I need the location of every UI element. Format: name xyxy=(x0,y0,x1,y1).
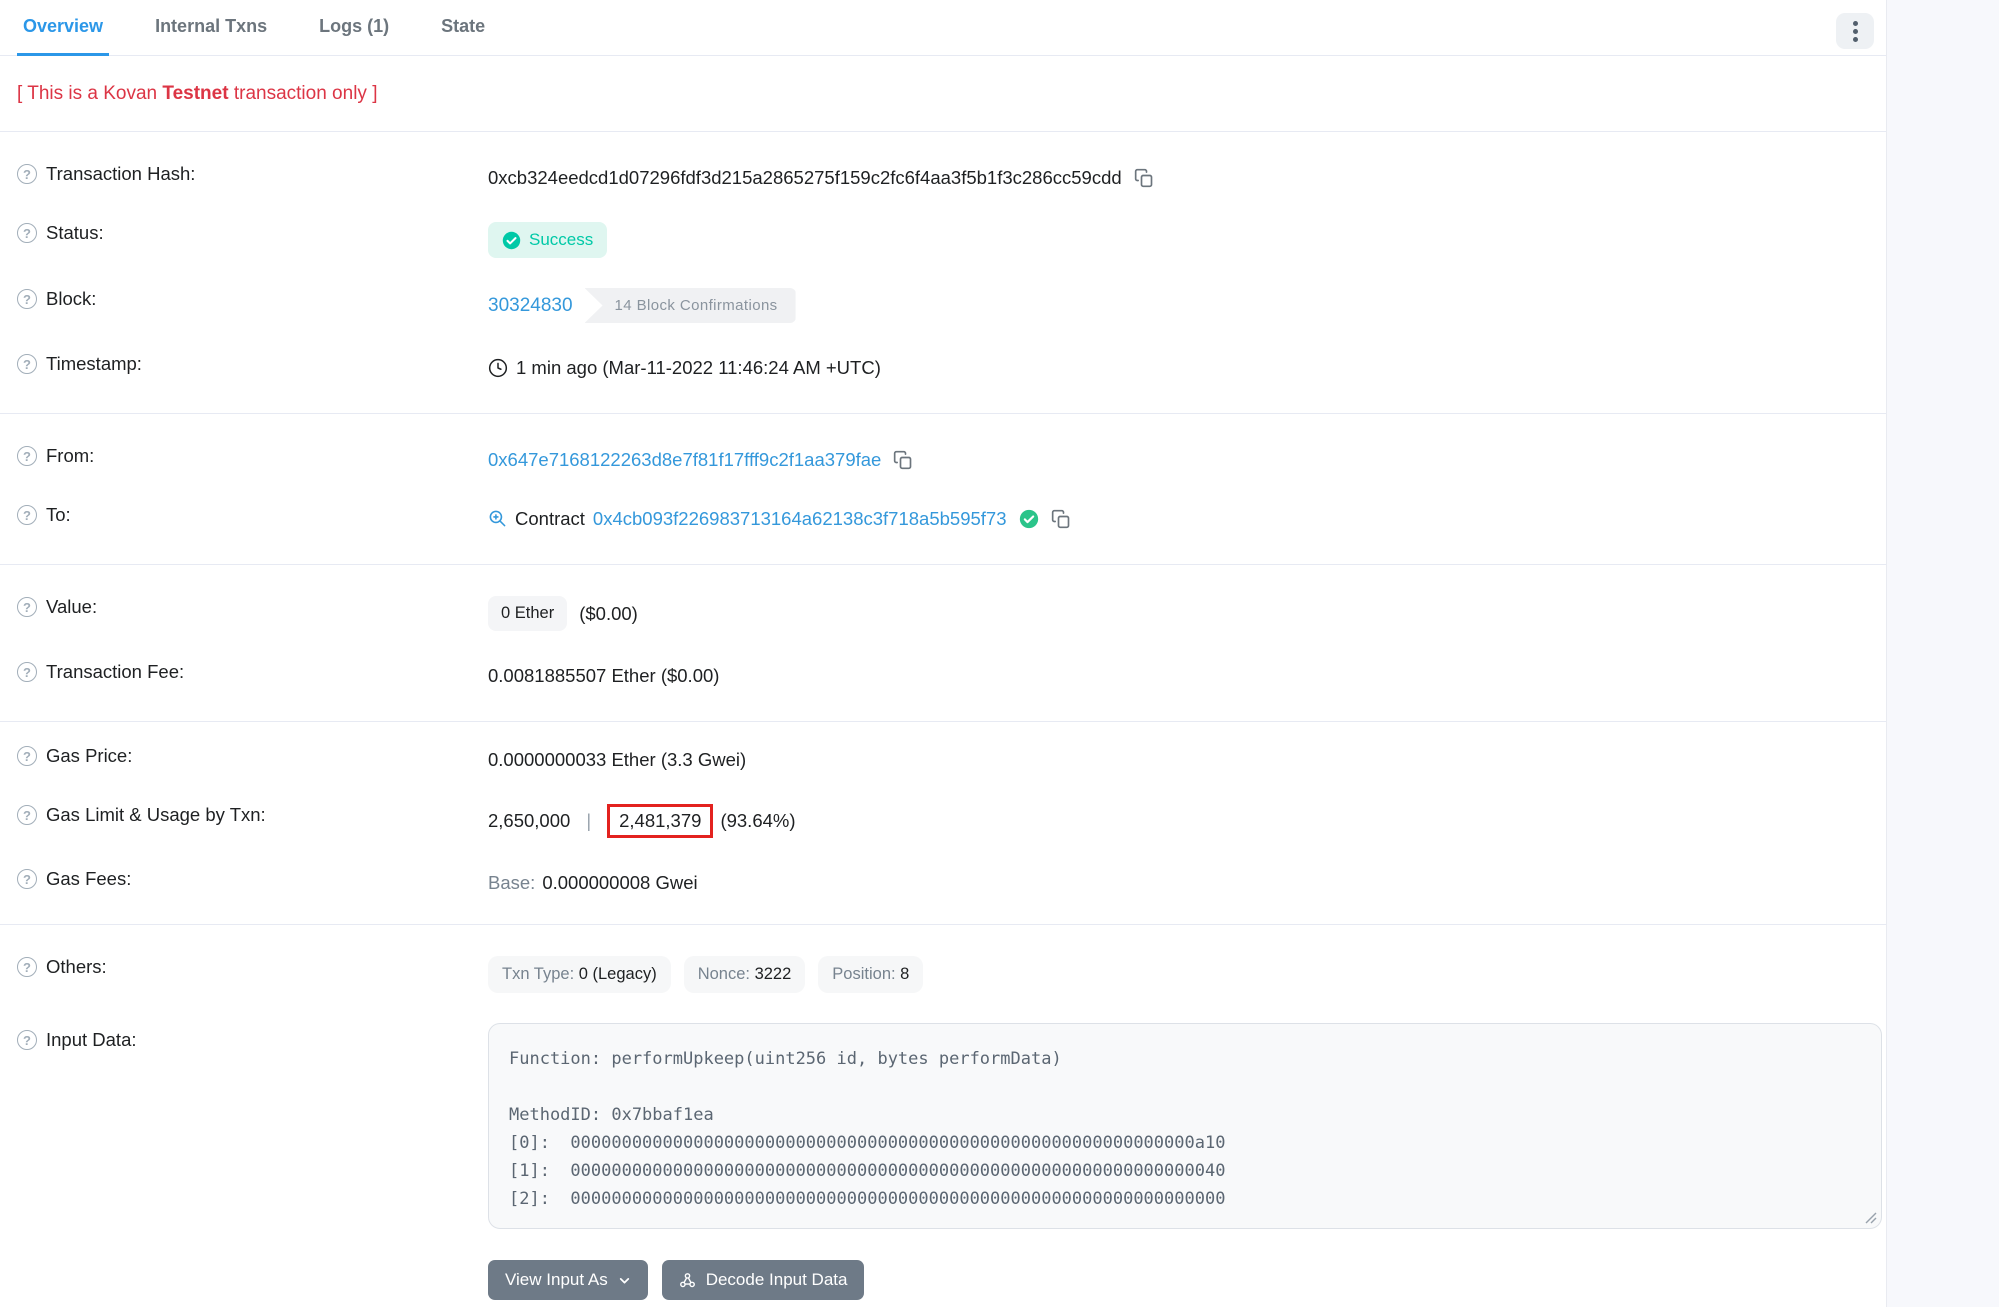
gas-limit-value: 2,650,000 xyxy=(488,810,570,832)
row-status: ? Status: Success xyxy=(0,207,1886,273)
block-label: Block: xyxy=(46,288,96,310)
help-icon[interactable]: ? xyxy=(17,505,37,525)
row-from: ? From: 0x647e7168122263d8e7f81f17fff9c2… xyxy=(0,430,1886,489)
separator: | xyxy=(586,810,591,832)
section-gas: ? Gas Price: 0.0000000033 Ether (3.3 Gwe… xyxy=(0,722,1886,924)
position-badge: Position: 8 xyxy=(818,956,923,993)
view-input-as-button[interactable]: View Input As xyxy=(488,1260,648,1300)
help-icon[interactable]: ? xyxy=(17,869,37,889)
help-icon[interactable]: ? xyxy=(17,446,37,466)
clock-icon xyxy=(488,358,508,378)
help-icon[interactable]: ? xyxy=(17,354,37,374)
transaction-fee-label: Transaction Fee: xyxy=(46,661,184,683)
input-data-textarea[interactable]: Function: performUpkeep(uint256 id, byte… xyxy=(488,1023,1882,1229)
transaction-detail-card: Overview Internal Txns Logs (1) State [ … xyxy=(0,0,1887,1307)
copy-to-address-button[interactable] xyxy=(1051,509,1071,529)
more-options-button[interactable] xyxy=(1836,13,1874,49)
section-addresses: ? From: 0x647e7168122263d8e7f81f17fff9c2… xyxy=(0,414,1886,564)
help-icon[interactable]: ? xyxy=(17,223,37,243)
row-gas-price: ? Gas Price: 0.0000000033 Ether (3.3 Gwe… xyxy=(0,730,1886,789)
row-value: ? Value: 0 Ether ($0.00) xyxy=(0,581,1886,646)
help-icon[interactable]: ? xyxy=(17,746,37,766)
copy-icon xyxy=(893,450,913,470)
section-overview-top: ? Transaction Hash: 0xcb324eedcd1d07296f… xyxy=(0,132,1886,413)
others-label: Others: xyxy=(46,956,107,978)
help-icon[interactable]: ? xyxy=(17,164,37,184)
gas-fees-label: Gas Fees: xyxy=(46,868,131,890)
row-to: ? To: Contract 0x4cb093f226983713164a621… xyxy=(0,489,1886,548)
status-badge: Success xyxy=(488,222,607,258)
help-icon[interactable]: ? xyxy=(17,957,37,977)
tab-overview[interactable]: Overview xyxy=(17,0,109,56)
copy-icon xyxy=(1051,509,1071,529)
ether-value-badge: 0 Ether xyxy=(488,596,567,631)
copy-icon xyxy=(1134,168,1154,188)
input-data-content: Function: performUpkeep(uint256 id, byte… xyxy=(509,1045,1861,1213)
verified-contract-icon xyxy=(1019,509,1039,529)
section-value-fee: ? Value: 0 Ether ($0.00) ? Transaction F… xyxy=(0,565,1886,721)
row-transaction-hash: ? Transaction Hash: 0xcb324eedcd1d07296f… xyxy=(0,148,1886,207)
copy-from-address-button[interactable] xyxy=(893,450,913,470)
contract-quickview-icon[interactable] xyxy=(488,509,507,528)
help-icon[interactable]: ? xyxy=(17,662,37,682)
timestamp-value: 1 min ago (Mar-11-2022 11:46:24 AM +UTC) xyxy=(516,357,881,379)
row-transaction-fee: ? Transaction Fee: 0.0081885507 Ether ($… xyxy=(0,646,1886,705)
input-data-label: Input Data: xyxy=(46,1029,137,1051)
resize-handle[interactable] xyxy=(1863,1210,1877,1224)
gas-price-value: 0.0000000033 Ether (3.3 Gwei) xyxy=(488,749,746,771)
gas-fees-base-value: 0.000000008 Gwei xyxy=(542,872,697,894)
gas-price-label: Gas Price: xyxy=(46,745,132,767)
transaction-hash-label: Transaction Hash: xyxy=(46,163,195,185)
row-others: ? Others: Txn Type: 0 (Legacy) Nonce: 32… xyxy=(0,941,1886,1008)
tab-internal-txns[interactable]: Internal Txns xyxy=(149,0,273,56)
help-icon[interactable]: ? xyxy=(17,1030,37,1050)
to-address-link[interactable]: 0x4cb093f226983713164a62138c3f718a5b595f… xyxy=(593,508,1007,530)
block-confirmations-badge: 14 Block Confirmations xyxy=(585,288,796,323)
copy-txhash-button[interactable] xyxy=(1134,168,1154,188)
row-timestamp: ? Timestamp: 1 min ago (Mar-11-2022 11:4… xyxy=(0,338,1886,397)
transaction-hash-value: 0xcb324eedcd1d07296fdf3d215a2865275f159c… xyxy=(488,167,1122,189)
block-number-link[interactable]: 30324830 xyxy=(488,295,573,317)
row-input-data: ? Input Data: Function: performUpkeep(ui… xyxy=(0,1008,1886,1244)
txn-type-badge: Txn Type: 0 (Legacy) xyxy=(488,956,671,993)
status-text: Success xyxy=(529,230,593,250)
help-icon[interactable]: ? xyxy=(17,597,37,617)
chevron-down-icon xyxy=(618,1274,631,1287)
row-gas-limit-usage: ? Gas Limit & Usage by Txn: 2,650,000 | … xyxy=(0,789,1886,853)
row-block: ? Block: 30324830 14 Block Confirmations xyxy=(0,273,1886,338)
from-address-link[interactable]: 0x647e7168122263d8e7f81f17fff9c2f1aa379f… xyxy=(488,449,881,471)
row-gas-fees: ? Gas Fees: Base: 0.000000008 Gwei xyxy=(0,853,1886,912)
value-usd: ($0.00) xyxy=(579,603,638,625)
decode-input-data-button[interactable]: Decode Input Data xyxy=(662,1260,865,1300)
check-circle-icon xyxy=(502,231,521,250)
to-contract-word: Contract xyxy=(515,508,585,530)
testnet-notice: [ This is a Kovan Testnet transaction on… xyxy=(17,83,1886,105)
gas-used-value-highlighted: 2,481,379 xyxy=(607,804,713,838)
nonce-badge: Nonce: 3222 xyxy=(684,956,806,993)
tab-bar: Overview Internal Txns Logs (1) State xyxy=(0,0,1886,56)
gas-used-percent: (93.64%) xyxy=(720,810,795,832)
value-label: Value: xyxy=(46,596,97,618)
tab-state[interactable]: State xyxy=(435,0,491,56)
section-others-input: ? Others: Txn Type: 0 (Legacy) Nonce: 32… xyxy=(0,925,1886,1307)
help-icon[interactable]: ? xyxy=(17,805,37,825)
transaction-fee-value: 0.0081885507 Ether ($0.00) xyxy=(488,665,719,687)
gas-limit-usage-label: Gas Limit & Usage by Txn: xyxy=(46,804,266,826)
help-icon[interactable]: ? xyxy=(17,289,37,309)
tab-logs[interactable]: Logs (1) xyxy=(313,0,395,56)
input-data-actions: View Input As Decode Input Data xyxy=(488,1260,1886,1304)
status-label: Status: xyxy=(46,222,104,244)
to-label: To: xyxy=(46,504,71,526)
decode-icon xyxy=(679,1272,696,1289)
from-label: From: xyxy=(46,445,94,467)
timestamp-label: Timestamp: xyxy=(46,353,142,375)
gas-fees-base-label: Base: xyxy=(488,872,535,894)
